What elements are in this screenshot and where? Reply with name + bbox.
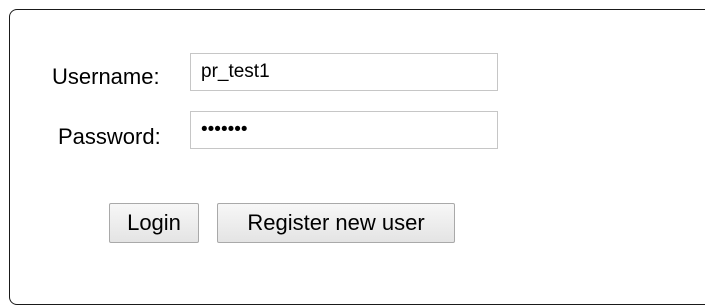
username-label: Username: [52,64,160,89]
login-button[interactable]: Login [109,203,199,243]
register-new-user-button[interactable]: Register new user [217,203,455,243]
username-input[interactable] [190,53,498,91]
login-panel: Username: Password: Login Register new u… [9,9,705,305]
password-input[interactable] [190,111,498,149]
password-label: Password: [58,124,161,149]
